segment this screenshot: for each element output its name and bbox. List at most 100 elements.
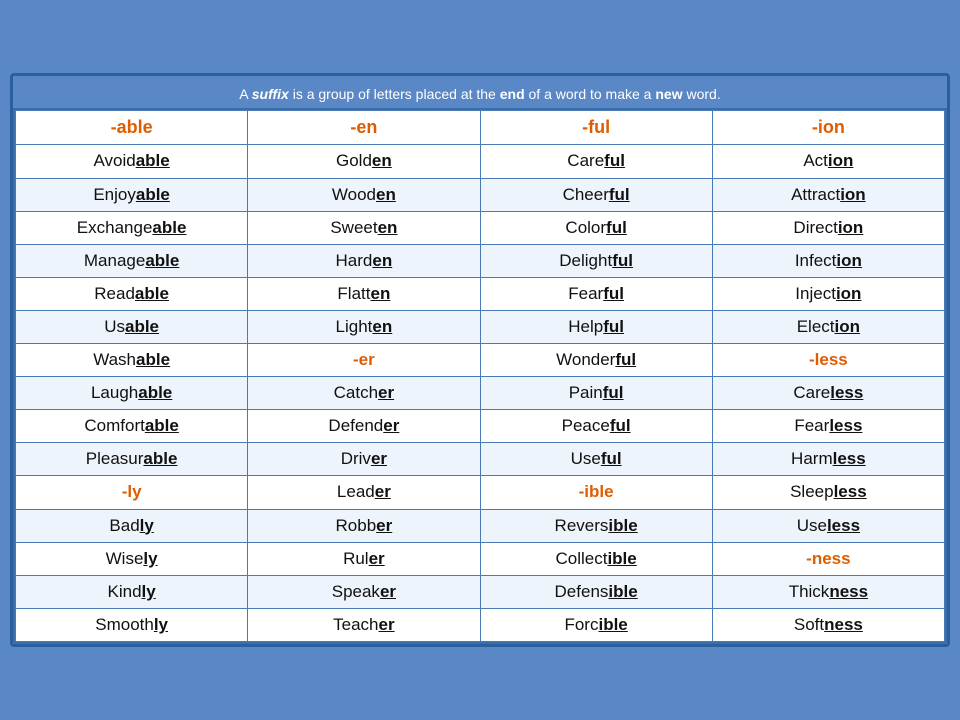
word-suffix: ful [609, 185, 630, 204]
word-base: Wonder [556, 350, 615, 369]
word-base: Care [793, 383, 830, 402]
table-cell: Ruler [248, 542, 480, 575]
word-base: Speak [332, 582, 380, 601]
word-base: Driv [341, 449, 371, 468]
table-cell: Speaker [248, 575, 480, 608]
word-base: Peace [562, 416, 610, 435]
word-suffix: en [372, 317, 392, 336]
table-row: LaughableCatcherPainfulCareless [16, 377, 945, 410]
table-row: -lyLeader-ibleSleepless [16, 476, 945, 509]
table-cell: Direction [712, 211, 944, 244]
table-cell: Fearful [480, 277, 712, 310]
word-base: Wash [93, 350, 136, 369]
table-cell: Action [712, 145, 944, 178]
table-cell: -ness [712, 542, 944, 575]
word-base: Exchange [77, 218, 153, 237]
table-cell: Attraction [712, 178, 944, 211]
word-suffix: able [136, 185, 170, 204]
word-suffix: ful [612, 251, 633, 270]
word-suffix: ible [607, 549, 636, 568]
word-suffix: en [376, 185, 396, 204]
word-suffix: able [145, 251, 179, 270]
word-suffix: ful [603, 317, 624, 336]
word-suffix: able [138, 383, 172, 402]
word-suffix: er [380, 582, 396, 601]
word-suffix: able [152, 218, 186, 237]
table-cell: Harden [248, 244, 480, 277]
word-base: Catch [334, 383, 378, 402]
word-suffix: ful [604, 151, 625, 170]
table-cell: -ible [480, 476, 712, 509]
table-cell: Softness [712, 608, 944, 641]
word-base: Pleasur [86, 449, 144, 468]
suffix-header-cell: -ible [579, 482, 614, 501]
table-cell: Usable [16, 310, 248, 343]
word-base: Pain [569, 383, 603, 402]
word-base: Gold [336, 151, 372, 170]
word-base: Defens [555, 582, 609, 601]
table-cell: Lighten [248, 310, 480, 343]
word-suffix: ion [835, 317, 861, 336]
word-suffix: ly [154, 615, 168, 634]
table-cell: Delightful [480, 244, 712, 277]
subtitle: A suffix is a group of letters placed at… [23, 86, 937, 102]
table-cell: Harmless [712, 443, 944, 476]
table-cell: Sleepless [712, 476, 944, 509]
table-cell: Careful [480, 145, 712, 178]
word-base: Fear [568, 284, 603, 303]
table-cell: Leader [248, 476, 480, 509]
word-suffix: ly [143, 549, 157, 568]
table-row: PleasurableDriverUsefulHarmless [16, 443, 945, 476]
word-suffix: er [383, 416, 399, 435]
table-cell: Golden [248, 145, 480, 178]
word-base: Flatt [337, 284, 370, 303]
col-header-able: -able [16, 111, 248, 145]
col-header-ion: -ion [712, 111, 944, 145]
word-suffix: ible [598, 615, 627, 634]
table-cell: Defensible [480, 575, 712, 608]
word-suffix: ion [836, 251, 862, 270]
suffix-header-cell: -ness [806, 549, 850, 568]
word-suffix: en [378, 218, 398, 237]
table-cell: Badly [16, 509, 248, 542]
table-cell: Smoothly [16, 608, 248, 641]
word-base: Help [568, 317, 603, 336]
table-cell: Useless [712, 509, 944, 542]
word-base: Thick [789, 582, 830, 601]
word-suffix: er [375, 482, 391, 501]
table-cell: Manageable [16, 244, 248, 277]
word-base: Lead [337, 482, 375, 501]
table-row: SmoothlyTeacherForcibleSoftness [16, 608, 945, 641]
word-base: Rul [343, 549, 369, 568]
word-suffix: able [143, 449, 177, 468]
word-suffix: ible [608, 582, 637, 601]
word-base: Smooth [95, 615, 154, 634]
word-base: Hard [336, 251, 373, 270]
table-cell: Teacher [248, 608, 480, 641]
word-base: Enjoy [93, 185, 136, 204]
table-cell: Reversible [480, 509, 712, 542]
word-table: -able -en -ful -ion AvoidableGoldenCaref… [15, 110, 945, 642]
word-base: Use [571, 449, 601, 468]
table-row: UsableLightenHelpfulElection [16, 310, 945, 343]
word-suffix: er [378, 383, 394, 402]
word-suffix: er [379, 615, 395, 634]
end-highlight: end [500, 86, 525, 102]
word-base: Care [567, 151, 604, 170]
word-suffix: able [136, 350, 170, 369]
table-row: AvoidableGoldenCarefulAction [16, 145, 945, 178]
word-base: Us [104, 317, 125, 336]
word-base: Manage [84, 251, 145, 270]
column-header-row: -able -en -ful -ion [16, 111, 945, 145]
word-base: Use [797, 516, 827, 535]
table-cell: Thickness [712, 575, 944, 608]
word-suffix: ness [829, 582, 868, 601]
word-base: Fear [794, 416, 829, 435]
word-suffix: ful [603, 284, 624, 303]
table-cell: Catcher [248, 377, 480, 410]
main-container: A suffix is a group of letters placed at… [10, 73, 950, 647]
table-cell: Driver [248, 443, 480, 476]
table-cell: Helpful [480, 310, 712, 343]
word-base: Forc [564, 615, 598, 634]
table-cell: Robber [248, 509, 480, 542]
